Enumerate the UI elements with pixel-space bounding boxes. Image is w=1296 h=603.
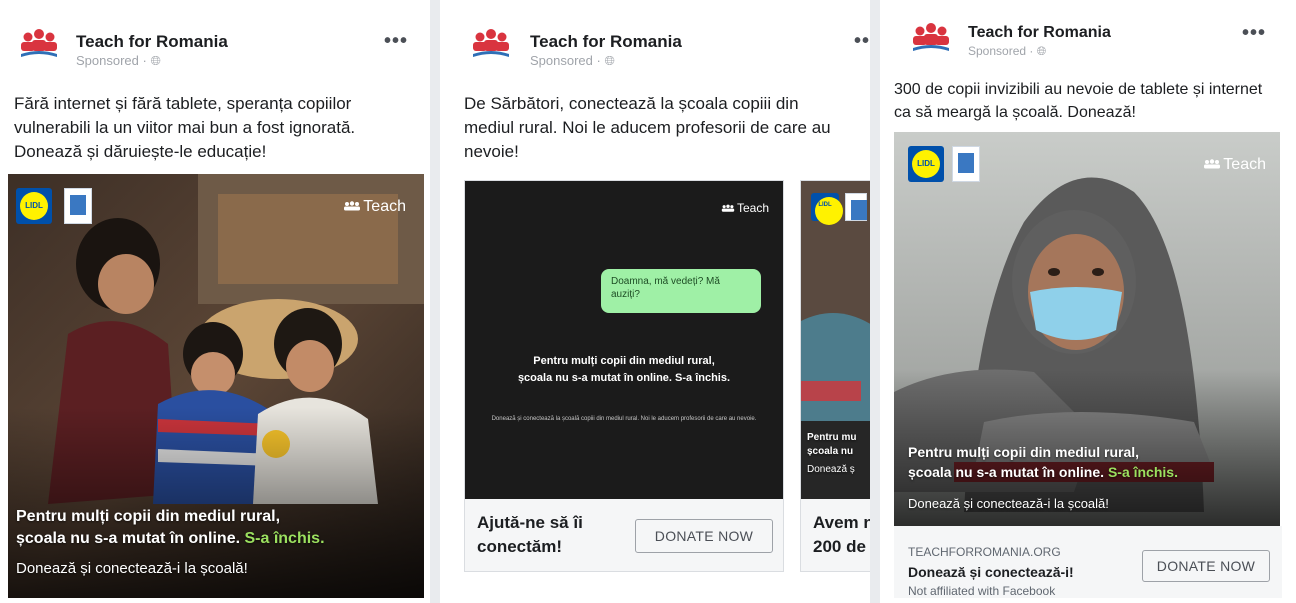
lidl-text: LIDL: [917, 159, 935, 168]
teach-for-romania-logo-icon[interactable]: [910, 22, 952, 56]
sponsored-label: Sponsored · 🌐︎: [968, 44, 1046, 59]
post-caption: 300 de copii invizibili au nevoie de tab…: [894, 81, 1263, 121]
globe-icon: 🌐︎: [150, 53, 161, 68]
image-headline-highlight: S-a închis.: [1107, 464, 1178, 480]
card-title-line-2: 200 de: [813, 537, 866, 556]
ad-image[interactable]: LIDL Teach Pentru mulți copii din mediul…: [8, 174, 424, 598]
card-headline-line-2: școala nu s-a mutat în online. S-a închi…: [517, 372, 731, 384]
ad-post-1: Teach for Romania Sponsored · 🌐︎ ••• Făr…: [0, 0, 430, 603]
teach-people-icon: [721, 204, 735, 214]
donate-now-button[interactable]: DONATE NOW: [635, 519, 773, 553]
partner-logo-icon: [64, 188, 92, 224]
teach-people-icon: [343, 201, 361, 213]
post-caption: Fără internet și fără tablete, speranța …: [14, 94, 356, 161]
page-name-link[interactable]: Teach for Romania: [530, 32, 682, 52]
card-headline: Pentru mulți copii din mediul rural, șco…: [485, 353, 763, 387]
card-image: Teach Doamna, mă vedeți? Mă auziți? Pent…: [465, 181, 783, 499]
teach-logo: Teach: [343, 198, 406, 216]
carousel-card-1[interactable]: Teach Doamna, mă vedeți? Mă auziți? Pent…: [464, 180, 784, 572]
partner-logo-icon: [952, 146, 980, 182]
globe-icon: 🌐︎: [1036, 44, 1047, 58]
globe-icon: 🌐︎: [604, 53, 615, 68]
teach-logo-text: Teach: [1223, 156, 1266, 173]
affiliation-note: Not affiliated with Facebook: [908, 584, 1056, 598]
chat-bubble: Doamna, mă vedeți? Mă auziți?: [601, 269, 761, 313]
link-domain: TEACHFORROMANIA.ORG: [908, 545, 1061, 559]
teach-for-romania-logo-icon[interactable]: [18, 28, 60, 62]
more-options-icon[interactable]: •••: [854, 30, 870, 53]
image-subline: Donează și conectează-i la școală!: [16, 560, 248, 577]
sponsored-label: Sponsored · 🌐︎: [530, 53, 615, 69]
lidl-logo-icon: LIDL: [16, 188, 52, 224]
lidl-text: LIDL: [818, 202, 832, 208]
sponsored-text: Sponsored ·: [530, 53, 605, 68]
lidl-text: LIDL: [25, 201, 43, 210]
partner-logo-icon: [845, 193, 867, 221]
lidl-logo-icon: LIDL: [908, 146, 944, 182]
more-options-icon[interactable]: •••: [1242, 22, 1266, 45]
image-headline-line-2: școala nu s-a mutat în online. S-a închi…: [908, 462, 1178, 482]
teach-logo: Teach: [721, 201, 769, 215]
image-headline-highlight: S-a închis.: [244, 530, 325, 547]
teach-logo-text: Teach: [363, 198, 406, 215]
post-header: Teach for Romania Sponsored · 🌐︎ •••: [440, 0, 870, 80]
sponsored-text: Sponsored ·: [76, 53, 151, 68]
sponsored-label: Sponsored · 🌐︎: [76, 53, 161, 69]
ad-post-2: Teach for Romania Sponsored · 🌐︎ ••• De …: [440, 0, 870, 603]
teach-logo-text: Teach: [736, 201, 769, 215]
image-headline-part: școala nu s-a mutat în online.: [16, 530, 245, 547]
card-title: Avem n 200 de: [813, 511, 870, 559]
link-preview[interactable]: TEACHFORROMANIA.ORG Donează și conecteaz…: [894, 526, 1282, 598]
image-headline-line-1: Pentru mulți copii din mediul rural,: [908, 444, 1140, 460]
image-headline-line-2: școala nu s-a mutat în online. S-a închi…: [16, 528, 325, 550]
image-headline-part: școala nu s-a mutat în online.: [908, 464, 1108, 480]
lidl-logo-icon: LIDL: [811, 193, 843, 225]
card-overlay-line-2: școala nu: [807, 446, 854, 457]
teach-people-icon: [1203, 159, 1221, 171]
donate-now-button[interactable]: DONATE NOW: [1142, 550, 1270, 582]
card-small-text: Donează și conectează la școală copiii d…: [491, 416, 757, 422]
teach-for-romania-logo-icon[interactable]: [470, 28, 512, 62]
link-title: Donează și conectează-i!: [908, 564, 1074, 580]
card-overlay-line-3: Donează ș: [807, 464, 855, 475]
ad-post-3: Teach for Romania Sponsored · 🌐︎ ••• 300…: [880, 0, 1296, 603]
image-subline: Donează și conectează-i la școală!: [908, 496, 1109, 511]
card-overlay-line-1: Pentru mu: [807, 432, 857, 443]
card-image: LIDL Pentru mu școala nu Donează ș: [801, 181, 870, 499]
image-headline: Pentru mulți copii din mediul rural, șco…: [908, 442, 1178, 482]
card-title-line-1: Avem n: [813, 513, 870, 532]
more-options-icon[interactable]: •••: [384, 30, 408, 53]
post-header: Teach for Romania Sponsored · 🌐︎ •••: [0, 0, 430, 80]
page-name-link[interactable]: Teach for Romania: [968, 24, 1111, 42]
ad-image[interactable]: LIDL Teach Pentru mulți copii din mediul…: [894, 132, 1280, 528]
card-overlay-text: Pentru mu școala nu Donează ș: [807, 431, 856, 477]
post-caption: De Sărbători, conectează la școala copii…: [464, 94, 831, 161]
teach-logo: Teach: [1203, 156, 1266, 174]
card-title: Ajută-ne să îi conectăm!: [477, 513, 583, 556]
page-name-link[interactable]: Teach for Romania: [76, 32, 228, 52]
sponsored-text: Sponsored ·: [968, 44, 1037, 58]
image-headline: Pentru mulți copii din mediul rural, șco…: [16, 506, 325, 550]
carousel-card-2[interactable]: LIDL Pentru mu școala nu Donează ș Avem …: [800, 180, 870, 572]
image-headline-line-1: Pentru mulți copii din mediul rural,: [16, 508, 281, 525]
post-header: Teach for Romania Sponsored · 🌐︎ •••: [880, 0, 1296, 80]
card-headline-line-1: Pentru mulți copii din mediul rural,: [533, 355, 715, 367]
